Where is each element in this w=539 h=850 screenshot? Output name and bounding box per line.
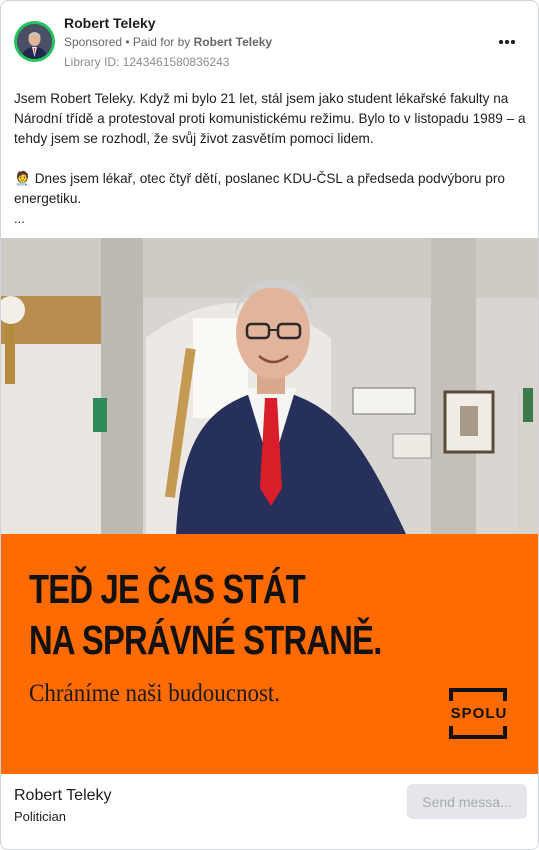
paid-for-name[interactable]: Robert Teleky (194, 35, 272, 49)
spolu-logo-text: SPOLU (450, 705, 508, 722)
sponsored-label: Sponsored (64, 35, 123, 49)
ad-subline: Chráníme naši budoucnost. (29, 680, 281, 707)
send-message-button[interactable]: Send messa... (407, 784, 527, 819)
spolu-logo-icon: SPOLU (445, 684, 513, 742)
more-options-icon[interactable] (491, 31, 523, 53)
ad-footer: Robert Teleky Politician Send messa... (1, 774, 538, 849)
paid-for-prefix: Paid for by (132, 35, 194, 49)
footer-category: Politician (14, 809, 67, 824)
library-id: Library ID: 1243461580836243 (64, 55, 230, 69)
headline-line-1: TEĎ JE ČAS STÁT (29, 566, 306, 612)
meta-separator: • (122, 35, 133, 49)
headline-line-2: NA SPRÁVNÉ STRANĚ. (29, 617, 382, 663)
avatar-photo (17, 24, 52, 59)
ad-card: Robert Teleky Sponsored • Paid for by Ro… (0, 0, 539, 850)
post-text: Jsem Robert Teleky. Když mi bylo 21 let,… (14, 89, 529, 209)
post-paragraph-2: 🧑‍⚕️ Dnes jsem lékař, otec čtyř dětí, po… (14, 171, 505, 206)
footer-page-name[interactable]: Robert Teleky (14, 787, 112, 805)
page-name[interactable]: Robert Teleky (64, 15, 156, 31)
sponsored-line: Sponsored • Paid for by Robert Teleky (64, 35, 272, 49)
ad-creative[interactable]: TEĎ JE ČAS STÁT NA SPRÁVNÉ STRANĚ. Chrán… (1, 238, 538, 774)
ad-banner: TEĎ JE ČAS STÁT NA SPRÁVNÉ STRANĚ. Chrán… (1, 534, 538, 774)
ad-headline: TEĎ JE ČAS STÁT NA SPRÁVNÉ STRANĚ. (29, 564, 382, 666)
avatar[interactable] (14, 21, 55, 62)
ad-header: Robert Teleky Sponsored • Paid for by Ro… (1, 1, 538, 77)
see-more-ellipsis[interactable]: ... (14, 211, 25, 226)
post-paragraph-1: Jsem Robert Teleky. Když mi bylo 21 let,… (14, 91, 526, 146)
candidate-photo (1, 238, 538, 534)
